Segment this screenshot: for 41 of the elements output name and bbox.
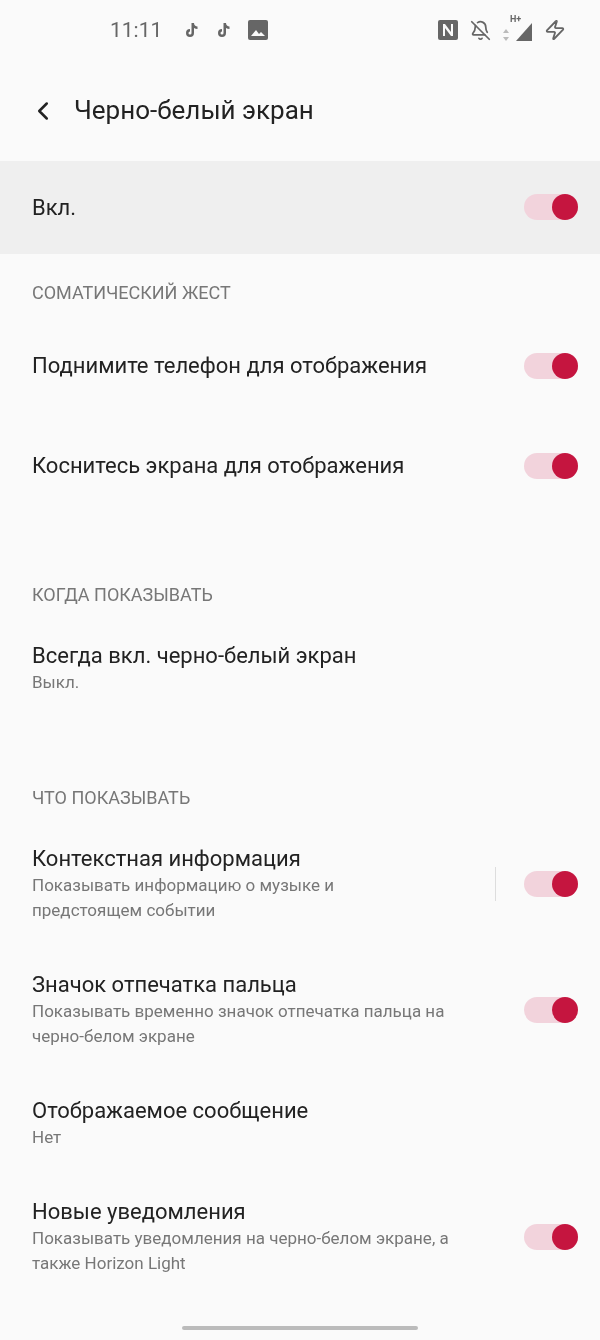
setting-title: Поднимите телефон для отображения xyxy=(32,352,428,380)
setting-row[interactable]: Всегда вкл. черно-белый экран Выкл. xyxy=(0,618,600,719)
setting-row[interactable]: Поднимите телефон для отображения xyxy=(0,316,600,416)
setting-description: Показывать временно значок отпечатка пальца на черно-белом экране xyxy=(32,1000,446,1048)
nfc-icon xyxy=(438,20,458,41)
toggle-switch[interactable] xyxy=(524,1224,578,1250)
setting-title: Коснитесь экрана для отображения xyxy=(32,452,406,480)
page-title: Черно-белый экран xyxy=(74,94,314,128)
setting-row[interactable]: Значок отпечатка пальца Показывать временно значок отпечатка пальца на черно-белом экране xyxy=(0,947,600,1073)
setting-row[interactable]: Новые уведомления Показывать уведомления на черно-белом экране, а также Horizon Light xyxy=(0,1174,600,1300)
setting-title: Контекстная информация xyxy=(32,845,302,873)
setting-row[interactable]: Контекстная информация Показывать информацию о музыке и предстоящем событии xyxy=(0,821,600,947)
toggle-switch[interactable] xyxy=(524,871,578,897)
toggle-switch[interactable] xyxy=(524,194,578,221)
setting-row[interactable]: Отображаемое сообщение Нет xyxy=(0,1073,600,1174)
section-header: ЧТО ПОКАЗЫВАТЬ xyxy=(32,787,191,808)
setting-title: Отображаемое сообщение xyxy=(32,1097,310,1125)
charging-icon xyxy=(544,19,566,42)
updown-icon xyxy=(503,29,509,42)
toggle-switch[interactable] xyxy=(524,997,578,1023)
main-switch-row[interactable]: Вкл. xyxy=(0,160,600,254)
music-note-icon xyxy=(216,22,231,39)
network-type: H+ xyxy=(510,15,522,25)
section-header: КОГДА ПОКАЗЫВАТЬ xyxy=(32,584,213,605)
toggle-switch[interactable] xyxy=(524,353,578,379)
setting-description: Нет xyxy=(32,1126,63,1149)
toggle-switch[interactable] xyxy=(524,453,578,479)
setting-row[interactable]: Коснитесь экрана для отображения xyxy=(0,416,600,516)
setting-title: Новые уведомления xyxy=(32,1198,247,1226)
section-header: СОМАТИЧЕСКИЙ ЖЕСТ xyxy=(32,282,231,303)
setting-description: Выкл. xyxy=(32,671,81,694)
status-time: 11:11 xyxy=(110,16,163,44)
setting-description: Показывать уведомления на черно-белом экране, а также Horizon Light xyxy=(32,1227,450,1275)
setting-description: Показывать информацию о музыке и предстоящем событии xyxy=(32,874,336,922)
bell-off-icon xyxy=(470,19,491,41)
music-note-icon xyxy=(184,22,199,39)
image-icon xyxy=(248,20,269,41)
setting-title: Вкл. xyxy=(32,193,77,222)
signal-icon xyxy=(516,23,532,42)
setting-title: Значок отпечатка пальца xyxy=(32,971,298,999)
setting-title: Всегда вкл. черно-белый экран xyxy=(32,642,358,670)
